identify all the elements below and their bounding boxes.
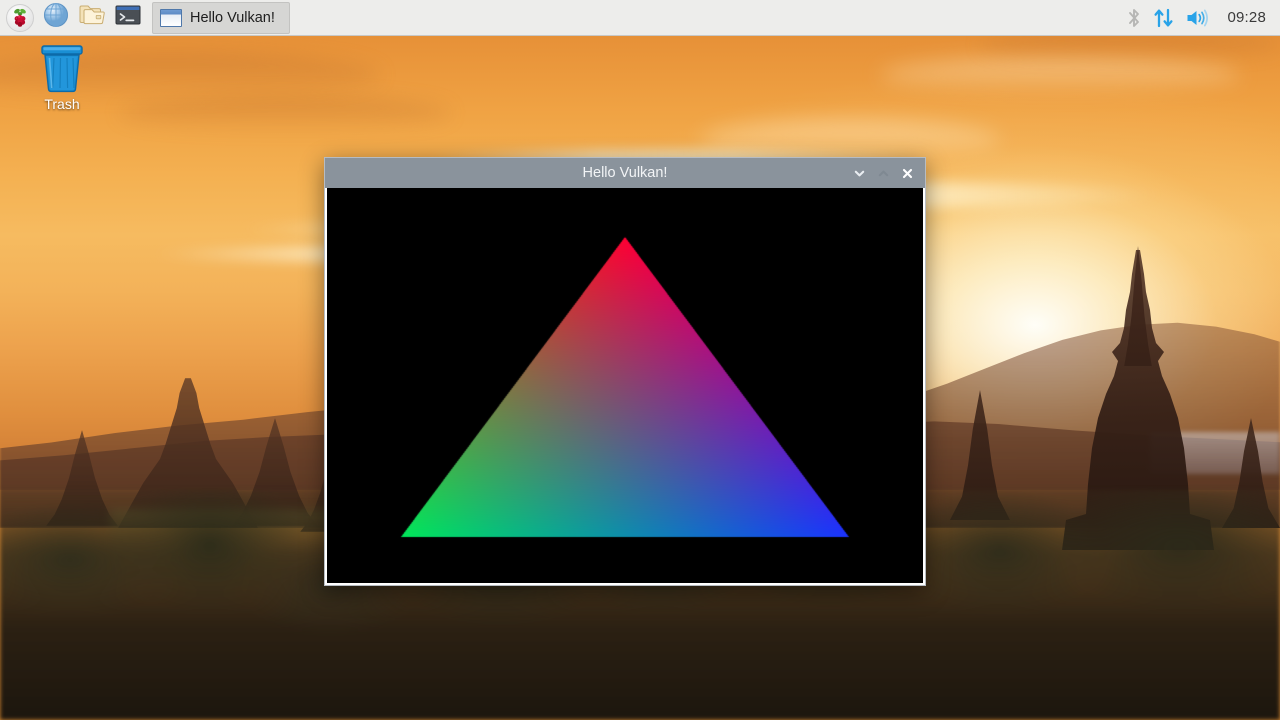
web-browser-button[interactable] — [40, 2, 72, 34]
terminal-button[interactable] — [112, 2, 144, 34]
taskbar-window-label: Hello Vulkan! — [190, 10, 275, 26]
system-tray: 09:28 — [1125, 0, 1280, 36]
folder-icon — [78, 2, 106, 33]
desktop-icon-trash[interactable]: Trash — [24, 42, 100, 120]
terminal-icon — [114, 2, 142, 33]
trash-icon — [38, 42, 86, 94]
window-titlebar[interactable]: Hello Vulkan! — [325, 158, 925, 188]
taskbar[interactable]: Hello Vulkan! — [0, 0, 1280, 36]
close-button[interactable] — [896, 162, 918, 184]
menu-button[interactable] — [4, 2, 36, 34]
window-title: Hello Vulkan! — [325, 158, 925, 188]
bluetooth-icon[interactable] — [1125, 7, 1143, 29]
application-window[interactable]: Hello Vulkan! — [324, 157, 926, 586]
desktop-icon-label: Trash — [44, 97, 79, 111]
maximize-button[interactable] — [872, 162, 894, 184]
window-controls — [848, 162, 925, 184]
gradient-triangle-canvas — [327, 188, 923, 583]
network-icon[interactable] — [1153, 7, 1175, 29]
volume-icon[interactable] — [1185, 7, 1211, 29]
screen: Trash Hello Vulkan! — [0, 0, 1280, 720]
globe-icon — [43, 2, 69, 33]
minimize-button[interactable] — [848, 162, 870, 184]
wallpaper-cloud — [880, 58, 1240, 92]
taskbar-launchers — [0, 0, 144, 36]
vulkan-render-surface[interactable] — [327, 188, 923, 583]
raspberry-pi-icon — [6, 4, 34, 32]
file-manager-button[interactable] — [76, 2, 108, 34]
taskbar-window-button-hello-vulkan[interactable]: Hello Vulkan! — [152, 2, 290, 34]
wallpaper-cloud — [120, 96, 450, 130]
wallpaper-cloud — [700, 120, 1000, 160]
window-icon — [160, 9, 182, 27]
clock[interactable]: 09:28 — [1221, 9, 1270, 26]
